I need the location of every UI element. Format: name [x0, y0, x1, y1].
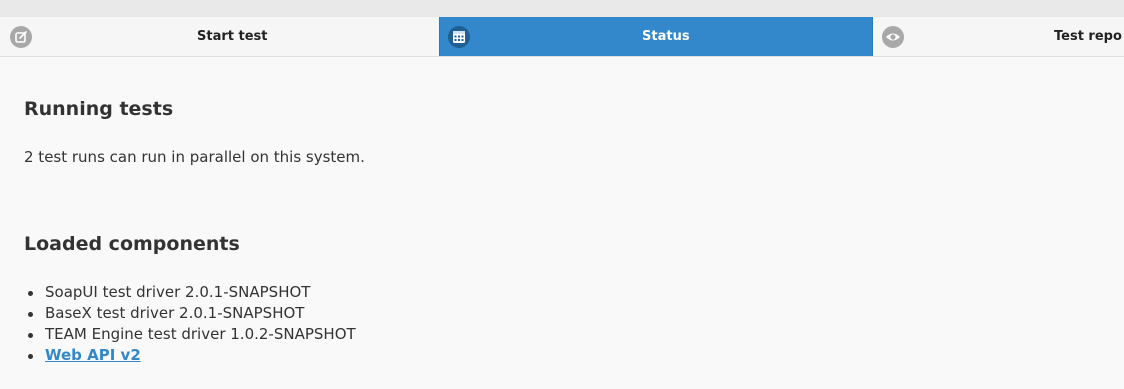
tab-start-test-label: Start test — [197, 29, 268, 44]
bullet-icon — [28, 312, 33, 317]
tab-start-test[interactable]: Start test — [0, 17, 439, 56]
list-item: BaseX test driver 2.0.1-SNAPSHOT — [24, 303, 356, 324]
navbar: Start test Status Test repo — [0, 17, 1124, 57]
list-item: TEAM Engine test driver 1.0.2-SNAPSHOT — [24, 324, 356, 345]
tab-status-label: Status — [642, 29, 690, 44]
component-label: BaseX test driver 2.0.1-SNAPSHOT — [45, 304, 305, 322]
tab-test-reports[interactable]: Test repo — [873, 17, 1124, 56]
bullet-icon — [28, 333, 33, 338]
bullet-icon — [28, 354, 33, 359]
component-label: SoapUI test driver 2.0.1-SNAPSHOT — [45, 283, 311, 301]
edit-icon — [10, 26, 32, 48]
top-strip — [0, 0, 1124, 17]
parallel-runs-text: 2 test runs can run in parallel on this … — [24, 148, 365, 166]
component-label: TEAM Engine test driver 1.0.2-SNAPSHOT — [45, 325, 356, 343]
tab-test-reports-label: Test repo — [1054, 29, 1122, 44]
calendar-icon — [448, 26, 470, 48]
tab-status[interactable]: Status — [439, 17, 873, 56]
web-api-link[interactable]: Web API v2 — [45, 346, 141, 364]
eye-icon — [882, 26, 904, 48]
components-list: SoapUI test driver 2.0.1-SNAPSHOT BaseX … — [24, 282, 356, 366]
loaded-components-heading: Loaded components — [24, 233, 240, 255]
list-item: SoapUI test driver 2.0.1-SNAPSHOT — [24, 282, 356, 303]
list-item: Web API v2 — [24, 345, 356, 366]
running-tests-heading: Running tests — [24, 98, 174, 120]
bullet-icon — [28, 291, 33, 296]
